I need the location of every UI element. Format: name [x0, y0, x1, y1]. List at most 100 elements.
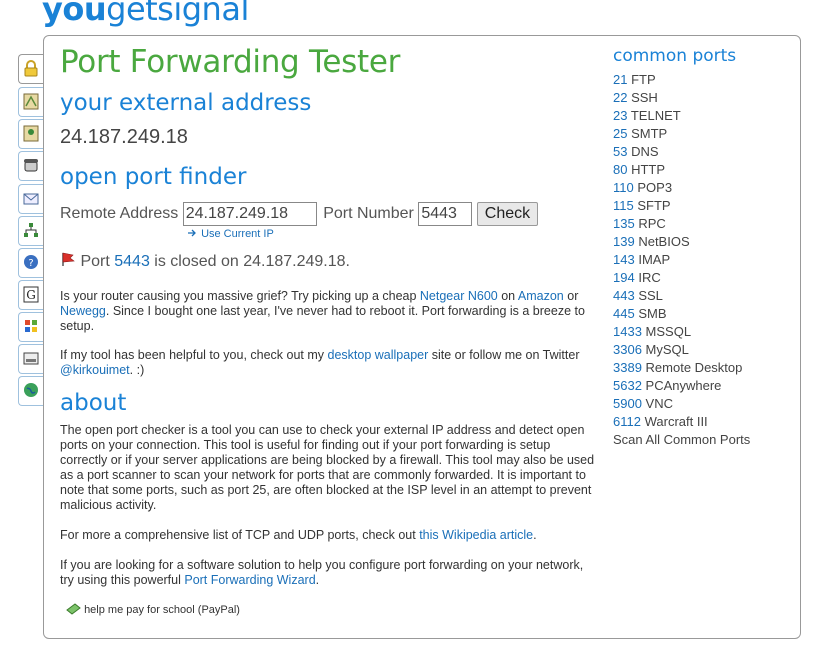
desktop-wallpaper-link[interactable]: desktop wallpaper: [328, 348, 429, 362]
lock-icon: [24, 60, 38, 77]
port-number-label: Port Number: [323, 205, 414, 222]
common-port-item-5900[interactable]: 5900 VNC: [613, 395, 793, 413]
port-number: 25: [613, 126, 628, 141]
tab-keyboard[interactable]: [18, 344, 45, 374]
about-heading: about: [60, 390, 127, 416]
port-service-name: HTTP: [631, 162, 666, 177]
common-port-item-135[interactable]: 135 RPC: [613, 215, 793, 233]
check-button[interactable]: Check: [476, 202, 539, 226]
tab-location[interactable]: [18, 119, 45, 149]
site-logo[interactable]: yougetsignal: [42, 0, 249, 28]
helpful-text-3: . :): [129, 363, 145, 377]
common-port-item-115[interactable]: 115 SFTP: [613, 197, 793, 215]
logo-part-you: you: [42, 0, 107, 28]
port-service-name: MySQL: [645, 342, 689, 357]
port-number: 443: [613, 288, 635, 303]
port-forwarding-wizard-link[interactable]: Port Forwarding Wizard: [184, 573, 315, 587]
tab-globe[interactable]: [18, 376, 45, 406]
remote-address-label: Remote Address: [60, 205, 179, 222]
port-service-name: SMB: [638, 306, 667, 321]
common-port-item-5632[interactable]: 5632 PCAnywhere: [613, 377, 793, 395]
common-ports-list: 21 FTP 22 SSH 23 TELNET 25 SMTP 53 DNS 80 HTT…: [613, 71, 793, 449]
common-port-item-53[interactable]: 53 DNS: [613, 143, 793, 161]
common-port-item-22[interactable]: 22 SSH: [613, 89, 793, 107]
common-port-item-139[interactable]: 139 NetBIOS: [613, 233, 793, 251]
port-number-input[interactable]: [418, 202, 473, 226]
tab-windows[interactable]: [18, 312, 45, 342]
network-icon: [24, 223, 38, 237]
tab-network[interactable]: [18, 216, 45, 246]
amazon-link[interactable]: Amazon: [518, 289, 564, 303]
logo-part-get: get: [106, 0, 158, 28]
port-service-name: IMAP: [638, 252, 671, 267]
common-port-item-6112[interactable]: 6112 Warcraft III: [613, 413, 793, 431]
wikipedia-link[interactable]: this Wikipedia article: [419, 528, 533, 542]
paypal-link[interactable]: help me pay for school (PayPal): [66, 603, 240, 616]
refresh-icon: [188, 229, 196, 237]
help-icon: ?: [24, 255, 38, 269]
newegg-link[interactable]: Newegg: [60, 304, 106, 318]
common-port-item-143[interactable]: 143 IMAP: [613, 251, 793, 269]
windows-icon: [25, 320, 37, 332]
port-number: 445: [613, 306, 635, 321]
open-port-finder-heading: open port finder: [60, 164, 247, 190]
port-service-name: RPC: [638, 216, 666, 231]
port-status-message: Port 5443 is closed on 24.187.249.18.: [60, 251, 350, 271]
keyboard-icon: [23, 352, 39, 365]
page-title: Port Forwarding Tester: [60, 44, 401, 80]
map-pin-icon: [23, 125, 39, 142]
external-address-heading: your external address: [60, 90, 312, 116]
content-panel: Port Forwarding Tester your external add…: [43, 35, 801, 639]
common-port-item-23[interactable]: 23 TELNET: [613, 107, 793, 125]
common-port-item-1433[interactable]: 1433 MSSQL: [613, 323, 793, 341]
common-port-item-25[interactable]: 25 SMTP: [613, 125, 793, 143]
twitter-link[interactable]: @kirkouimet: [60, 363, 130, 377]
port-service-name: VNC: [645, 396, 673, 411]
tab-email[interactable]: [18, 184, 45, 214]
svg-text:G: G: [26, 288, 36, 302]
about-paragraph: The open port checker is a tool you can …: [60, 423, 595, 512]
common-port-item-3389[interactable]: 3389 Remote Desktop: [613, 359, 793, 377]
netgear-link[interactable]: Netgear N600: [420, 289, 498, 303]
router-paragraph: Is your router causing you massive grief…: [60, 289, 600, 334]
tab-phone[interactable]: [18, 151, 45, 181]
port-service-name: FTP: [631, 72, 656, 87]
status-suffix: is closed on 24.187.249.18.: [149, 253, 350, 270]
status-prefix: Port: [80, 253, 115, 270]
port-finder-form: Remote Address Port Number Check: [60, 202, 539, 226]
tab-port-forwarding[interactable]: [18, 54, 46, 84]
port-service-name: SSH: [631, 90, 658, 105]
remote-address-input[interactable]: [182, 202, 317, 226]
globe-icon: [24, 383, 38, 397]
google-icon: G: [23, 286, 39, 303]
port-number: 80: [613, 162, 628, 177]
common-port-item-80[interactable]: 80 HTTP: [613, 161, 793, 179]
red-flag-icon: [62, 252, 75, 266]
router-text-2: on: [497, 289, 518, 303]
common-port-item-110[interactable]: 110 POP3: [613, 179, 793, 197]
helpful-text-1: If my tool has been helpful to you, chec…: [60, 348, 328, 362]
logo-part-signal: signal: [157, 0, 249, 28]
scan-all-common-ports-link[interactable]: Scan All Common Ports: [613, 431, 793, 449]
common-port-item-443[interactable]: 443 SSL: [613, 287, 793, 305]
port-service-name: NetBIOS: [638, 234, 690, 249]
port-number: 21: [613, 72, 628, 87]
tab-map[interactable]: [18, 87, 45, 117]
common-port-item-445[interactable]: 445 SMB: [613, 305, 793, 323]
tab-google[interactable]: G: [18, 280, 45, 310]
port-number: 6112: [613, 414, 641, 429]
port-number: 110: [613, 180, 634, 195]
status-port-link[interactable]: 5443: [114, 253, 150, 270]
common-port-item-3306[interactable]: 3306 MySQL: [613, 341, 793, 359]
tab-help[interactable]: ?: [18, 248, 45, 278]
port-service-name: SFTP: [637, 198, 671, 213]
common-port-item-194[interactable]: 194 IRC: [613, 269, 793, 287]
port-service-name: MSSQL: [645, 324, 692, 339]
map-icon: [23, 93, 39, 110]
port-number: 3389: [613, 360, 642, 375]
router-text-1: Is your router causing you massive grief…: [60, 289, 420, 303]
helpful-text-2: site or follow me on Twitter: [428, 348, 580, 362]
use-current-ip-link[interactable]: Use Current IP: [187, 228, 274, 240]
common-port-item-21[interactable]: 21 FTP: [613, 71, 793, 89]
port-number: 135: [613, 216, 635, 231]
